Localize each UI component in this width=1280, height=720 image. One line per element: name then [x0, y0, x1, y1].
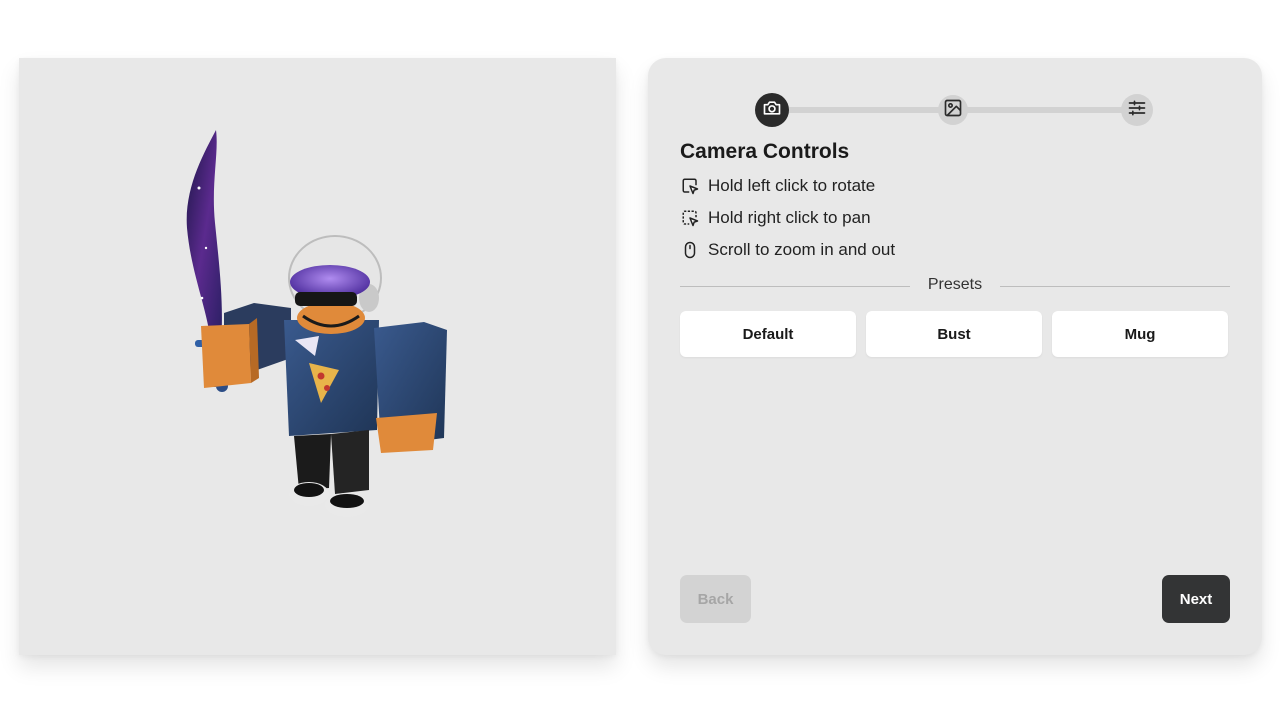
next-button[interactable]: Next [1162, 575, 1230, 623]
instruction-text: Hold right click to pan [708, 208, 871, 227]
instruction-pan: Hold right click to pan [680, 207, 871, 229]
presets-divider-left [680, 286, 910, 287]
avatar-model [186, 130, 447, 517]
presets-divider-right [1000, 286, 1230, 287]
camera-icon [762, 98, 782, 123]
left-click-icon [680, 176, 700, 196]
camera-controls-panel: Camera Controls Hold left click to rotat… [648, 58, 1262, 655]
instruction-zoom: Scroll to zoom in and out [680, 239, 895, 261]
right-click-icon [680, 208, 700, 228]
step-settings[interactable] [1121, 94, 1153, 126]
wizard-stepper [755, 93, 1155, 127]
stepper-connector [772, 107, 954, 113]
presets-label: Presets [927, 276, 983, 293]
instruction-rotate: Hold left click to rotate [680, 175, 875, 197]
section-title: Camera Controls [680, 140, 850, 163]
sliders-icon [1127, 98, 1147, 123]
preset-mug-button[interactable]: Mug [1052, 311, 1228, 357]
preset-bust-button[interactable]: Bust [866, 311, 1042, 357]
avatar-viewport[interactable] [19, 58, 616, 655]
instruction-text: Scroll to zoom in and out [708, 240, 896, 259]
step-camera[interactable] [755, 93, 789, 127]
preset-default-button[interactable]: Default [680, 311, 856, 357]
instruction-text: Hold left click to rotate [708, 176, 876, 195]
back-button[interactable]: Back [680, 575, 751, 623]
stepper-connector [954, 107, 1138, 113]
image-icon [943, 98, 963, 123]
step-image[interactable] [938, 95, 968, 125]
mouse-scroll-icon [680, 240, 700, 260]
